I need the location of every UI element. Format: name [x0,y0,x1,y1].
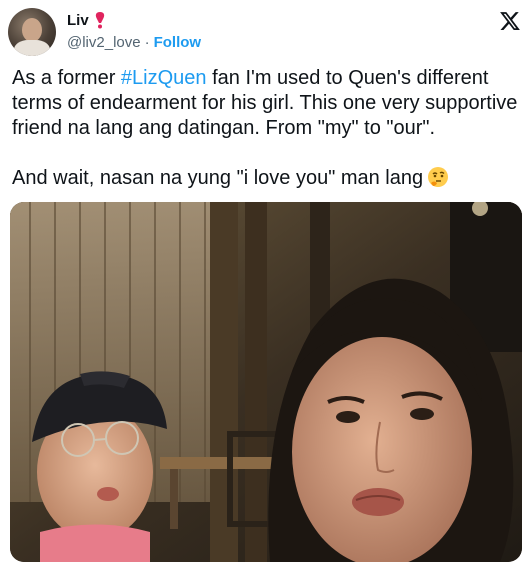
tweet-photo[interactable] [10,202,522,562]
avatar[interactable] [8,8,56,56]
separator: · [144,34,150,51]
name-row: Liv [67,11,107,29]
avatar-body [14,40,50,56]
selfie-photo [10,202,522,562]
tweet-header: Liv @liv2_love · Follow [8,8,523,56]
red-exclamation-icon [93,11,107,29]
x-logo-icon[interactable] [499,10,521,32]
tweet-line2: And wait, nasan na yung "i love you" man… [12,167,424,189]
handle[interactable]: @liv2_love [67,34,141,51]
avatar-face [22,18,42,42]
thinking-face-icon [427,166,449,188]
tweet-text: As a former #LizQuen fan I'm used to Que… [12,66,522,191]
display-name[interactable]: Liv [67,12,89,29]
follow-button[interactable]: Follow [154,34,202,51]
tweet-line1-prefix: As a former [12,67,121,89]
handle-row: @liv2_love · Follow [67,34,201,51]
hashtag-link[interactable]: #LizQuen [121,67,207,89]
